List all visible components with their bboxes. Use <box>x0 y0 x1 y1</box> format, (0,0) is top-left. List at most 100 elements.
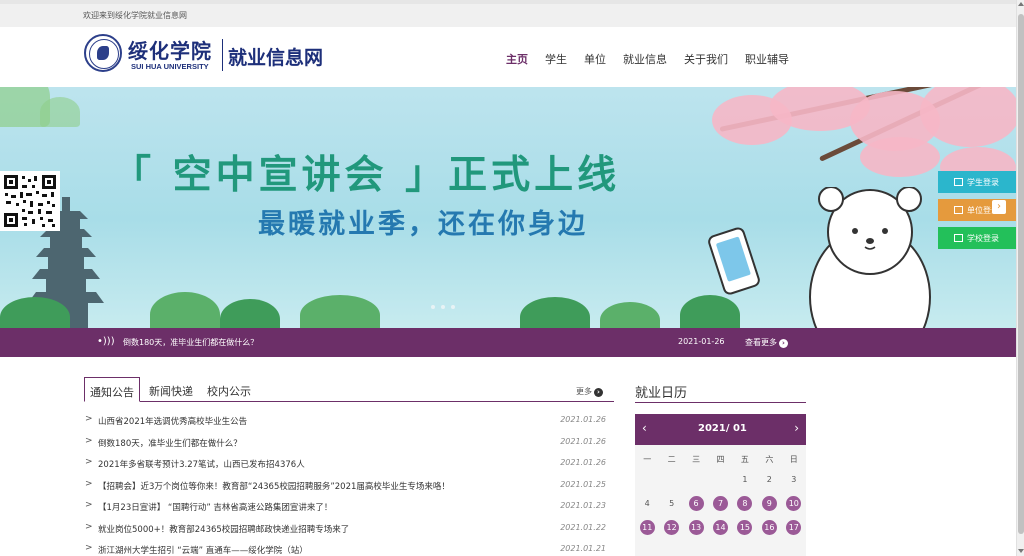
calendar-day-event[interactable]: 13 <box>684 516 708 540</box>
employment-calendar: ‹ 2021/ 01 › 一二三四五六日 1 2 3 4 5 6 7 8 9 10 11 12 13 14… <box>635 414 806 556</box>
calendar-day[interactable]: 5 <box>659 492 683 516</box>
weekday-label: 一 <box>643 455 652 464</box>
calendar-day-event[interactable]: 6 <box>684 492 708 516</box>
list-item[interactable]: > 倒数180天，准毕业生们都在做什么？ 2021.01.26 <box>84 432 606 454</box>
bush <box>680 295 740 328</box>
nav-career-guidance[interactable]: 职业辅导 <box>745 51 789 67</box>
calendar-day[interactable]: 4 <box>635 492 659 516</box>
chevron-left-icon[interactable]: ‹ <box>642 421 647 435</box>
news-title[interactable]: 就业岗位5000+！教育部24365校园招聘邮政快递业招聘专场来了 <box>98 523 349 535</box>
ticker-more-link[interactable]: 查看更多 › <box>745 337 788 348</box>
list-item[interactable]: > 浙江湖州大学生招引 “云端” 直通车——绥化学院（站） 2021.01.21 <box>84 539 606 556</box>
welcome-bar: 欢迎来到绥化学院就业信息网 <box>0 0 1016 27</box>
ticker-message[interactable]: 倒数180天，准毕业生们都在做什么？ <box>123 337 258 348</box>
news-title[interactable]: 【招聘会】近3万个岗位等你来！教育部“24365校园招聘服务”2021届高校毕业… <box>98 480 450 492</box>
nav-unit[interactable]: 单位 <box>584 51 606 67</box>
page-scrollbar[interactable] <box>1016 0 1024 556</box>
news-title[interactable]: 【1月23日宣讲】 “国聘行动” 吉林省高速公路集团宣讲来了！ <box>98 501 332 513</box>
calendar-day-event[interactable]: 15 <box>733 516 757 540</box>
chevron-right-icon: > <box>85 457 93 467</box>
main-nav: 主页 学生 单位 就业信息 关于我们 职业辅导 <box>506 51 806 67</box>
ticker-more-label: 查看更多 <box>745 338 777 347</box>
chevron-right-icon: > <box>85 435 93 446</box>
event-marker: 12 <box>664 520 680 535</box>
calendar-day-event[interactable]: 7 <box>708 492 732 516</box>
news-date: 2021.01.26 <box>560 415 606 424</box>
nav-job-info[interactable]: 就业信息 <box>623 51 667 67</box>
site-name[interactable]: 就业信息网 <box>228 43 323 70</box>
calendar-day-event[interactable]: 16 <box>757 516 781 540</box>
event-marker: 7 <box>712 496 728 511</box>
news-tabs: 通知公告 新闻快递 校内公示 更多 › <box>84 377 614 402</box>
calendar-day[interactable]: 3 <box>782 468 806 492</box>
event-marker: 11 <box>639 520 655 535</box>
chevron-right-icon: > <box>85 543 93 553</box>
news-date: 2021.01.23 <box>560 501 606 510</box>
university-seal-icon[interactable] <box>84 34 122 72</box>
speaker-icon: •))) <box>97 336 115 347</box>
slide-dot[interactable] <box>441 305 445 309</box>
student-login-button[interactable]: 学生登录 <box>938 171 1018 193</box>
slide-dot[interactable] <box>451 305 455 309</box>
scroll-up-icon[interactable] <box>1018 2 1024 6</box>
calendar-day[interactable]: 2 <box>757 468 781 492</box>
event-marker: 9 <box>761 496 777 511</box>
weekday-label: 二 <box>667 455 676 464</box>
chevron-right-icon[interactable]: › <box>992 200 1006 214</box>
news-title[interactable]: 倒数180天，准毕业生们都在做什么？ <box>98 437 242 449</box>
unit-login-button[interactable]: 单位登录 <box>938 199 1018 221</box>
bush <box>150 292 220 328</box>
news-date: 2021.01.26 <box>560 458 606 467</box>
nav-home[interactable]: 主页 <box>506 51 528 67</box>
calendar-day[interactable]: 1 <box>733 468 757 492</box>
calendar-day-event[interactable]: 17 <box>782 516 806 540</box>
news-title[interactable]: 2021年多省联考预计3.27笔试，山西已发布招4376人 <box>98 458 305 470</box>
news-title[interactable]: 浙江湖州大学生招引 “云端” 直通车——绥化学院（站） <box>98 544 308 556</box>
nav-about-us[interactable]: 关于我们 <box>684 51 728 67</box>
ticker-date: 2021-01-26 <box>678 337 725 346</box>
slide-dot[interactable] <box>431 305 435 309</box>
blossom-cluster <box>920 87 1016 147</box>
bush <box>520 297 590 328</box>
calendar-day-event[interactable]: 11 <box>635 516 659 540</box>
calendar-day <box>684 468 708 492</box>
tab-news-express[interactable]: 新闻快递 <box>144 381 198 402</box>
scroll-down-icon[interactable] <box>1018 549 1024 553</box>
list-item[interactable]: > 【招聘会】近3万个岗位等你来！教育部“24365校园招聘服务”2021届高校毕… <box>84 475 606 497</box>
logo-english-name[interactable]: SUI HUA UNIVERSITY <box>131 62 209 71</box>
news-date: 2021.01.22 <box>560 522 606 532</box>
scroll-thumb[interactable] <box>1018 14 1024 534</box>
event-marker: 14 <box>712 520 728 535</box>
list-item[interactable]: > 就业岗位5000+！教育部24365校园招聘邮政快递业招聘专场来了 2021.0… <box>84 518 606 540</box>
news-ticker: •))) 倒数180天，准毕业生们都在做什么？ 2021-01-26 查看更多 › <box>0 328 1016 357</box>
bush <box>600 302 660 328</box>
calendar-day-event[interactable]: 8 <box>733 492 757 516</box>
tab-notices[interactable]: 通知公告 <box>84 377 140 402</box>
logo-chinese-name[interactable]: 绥化学院 <box>128 35 212 64</box>
news-more-link[interactable]: 更多 › <box>576 386 603 397</box>
nav-student[interactable]: 学生 <box>545 51 567 67</box>
calendar-day-event[interactable]: 10 <box>782 492 806 516</box>
hero-banner[interactable]: 「 空中宣讲会 」正式上线 最暖就业季，还在你身边 <box>0 87 1016 328</box>
logo-divider <box>222 39 223 71</box>
calendar-day <box>708 468 732 492</box>
bush <box>300 295 380 328</box>
event-marker: 16 <box>761 520 777 535</box>
list-item[interactable]: > 山西省2021年选调优秀高校毕业生公告 2021.01.26 <box>84 410 606 432</box>
calendar-day-event[interactable]: 9 <box>757 492 781 516</box>
chevron-right-icon[interactable]: › <box>794 421 799 435</box>
news-more-label: 更多 <box>576 387 592 396</box>
welcome-text: 欢迎来到绥化学院就业信息网 <box>83 11 187 20</box>
news-list: > 山西省2021年选调优秀高校毕业生公告 2021.01.26 > 倒数180天，准… <box>84 410 606 556</box>
school-login-button[interactable]: 学校登录 <box>938 227 1018 249</box>
news-title[interactable]: 山西省2021年选调优秀高校毕业生公告 <box>98 415 247 427</box>
calendar-day-event[interactable]: 12 <box>659 516 683 540</box>
weekday-label: 五 <box>740 455 749 464</box>
weekday-label: 日 <box>789 455 798 464</box>
event-marker: 10 <box>786 496 802 511</box>
list-item[interactable]: >2021年多省联考预计3.27笔试，山西已发布招4376人 2021.01.26 <box>84 453 606 475</box>
home-icon <box>954 234 963 242</box>
calendar-day-event[interactable]: 14 <box>708 516 732 540</box>
tab-campus-notices[interactable]: 校内公示 <box>202 381 256 402</box>
list-item[interactable]: > 【1月23日宣讲】 “国聘行动” 吉林省高速公路集团宣讲来了！ 2021.01.… <box>84 496 606 518</box>
